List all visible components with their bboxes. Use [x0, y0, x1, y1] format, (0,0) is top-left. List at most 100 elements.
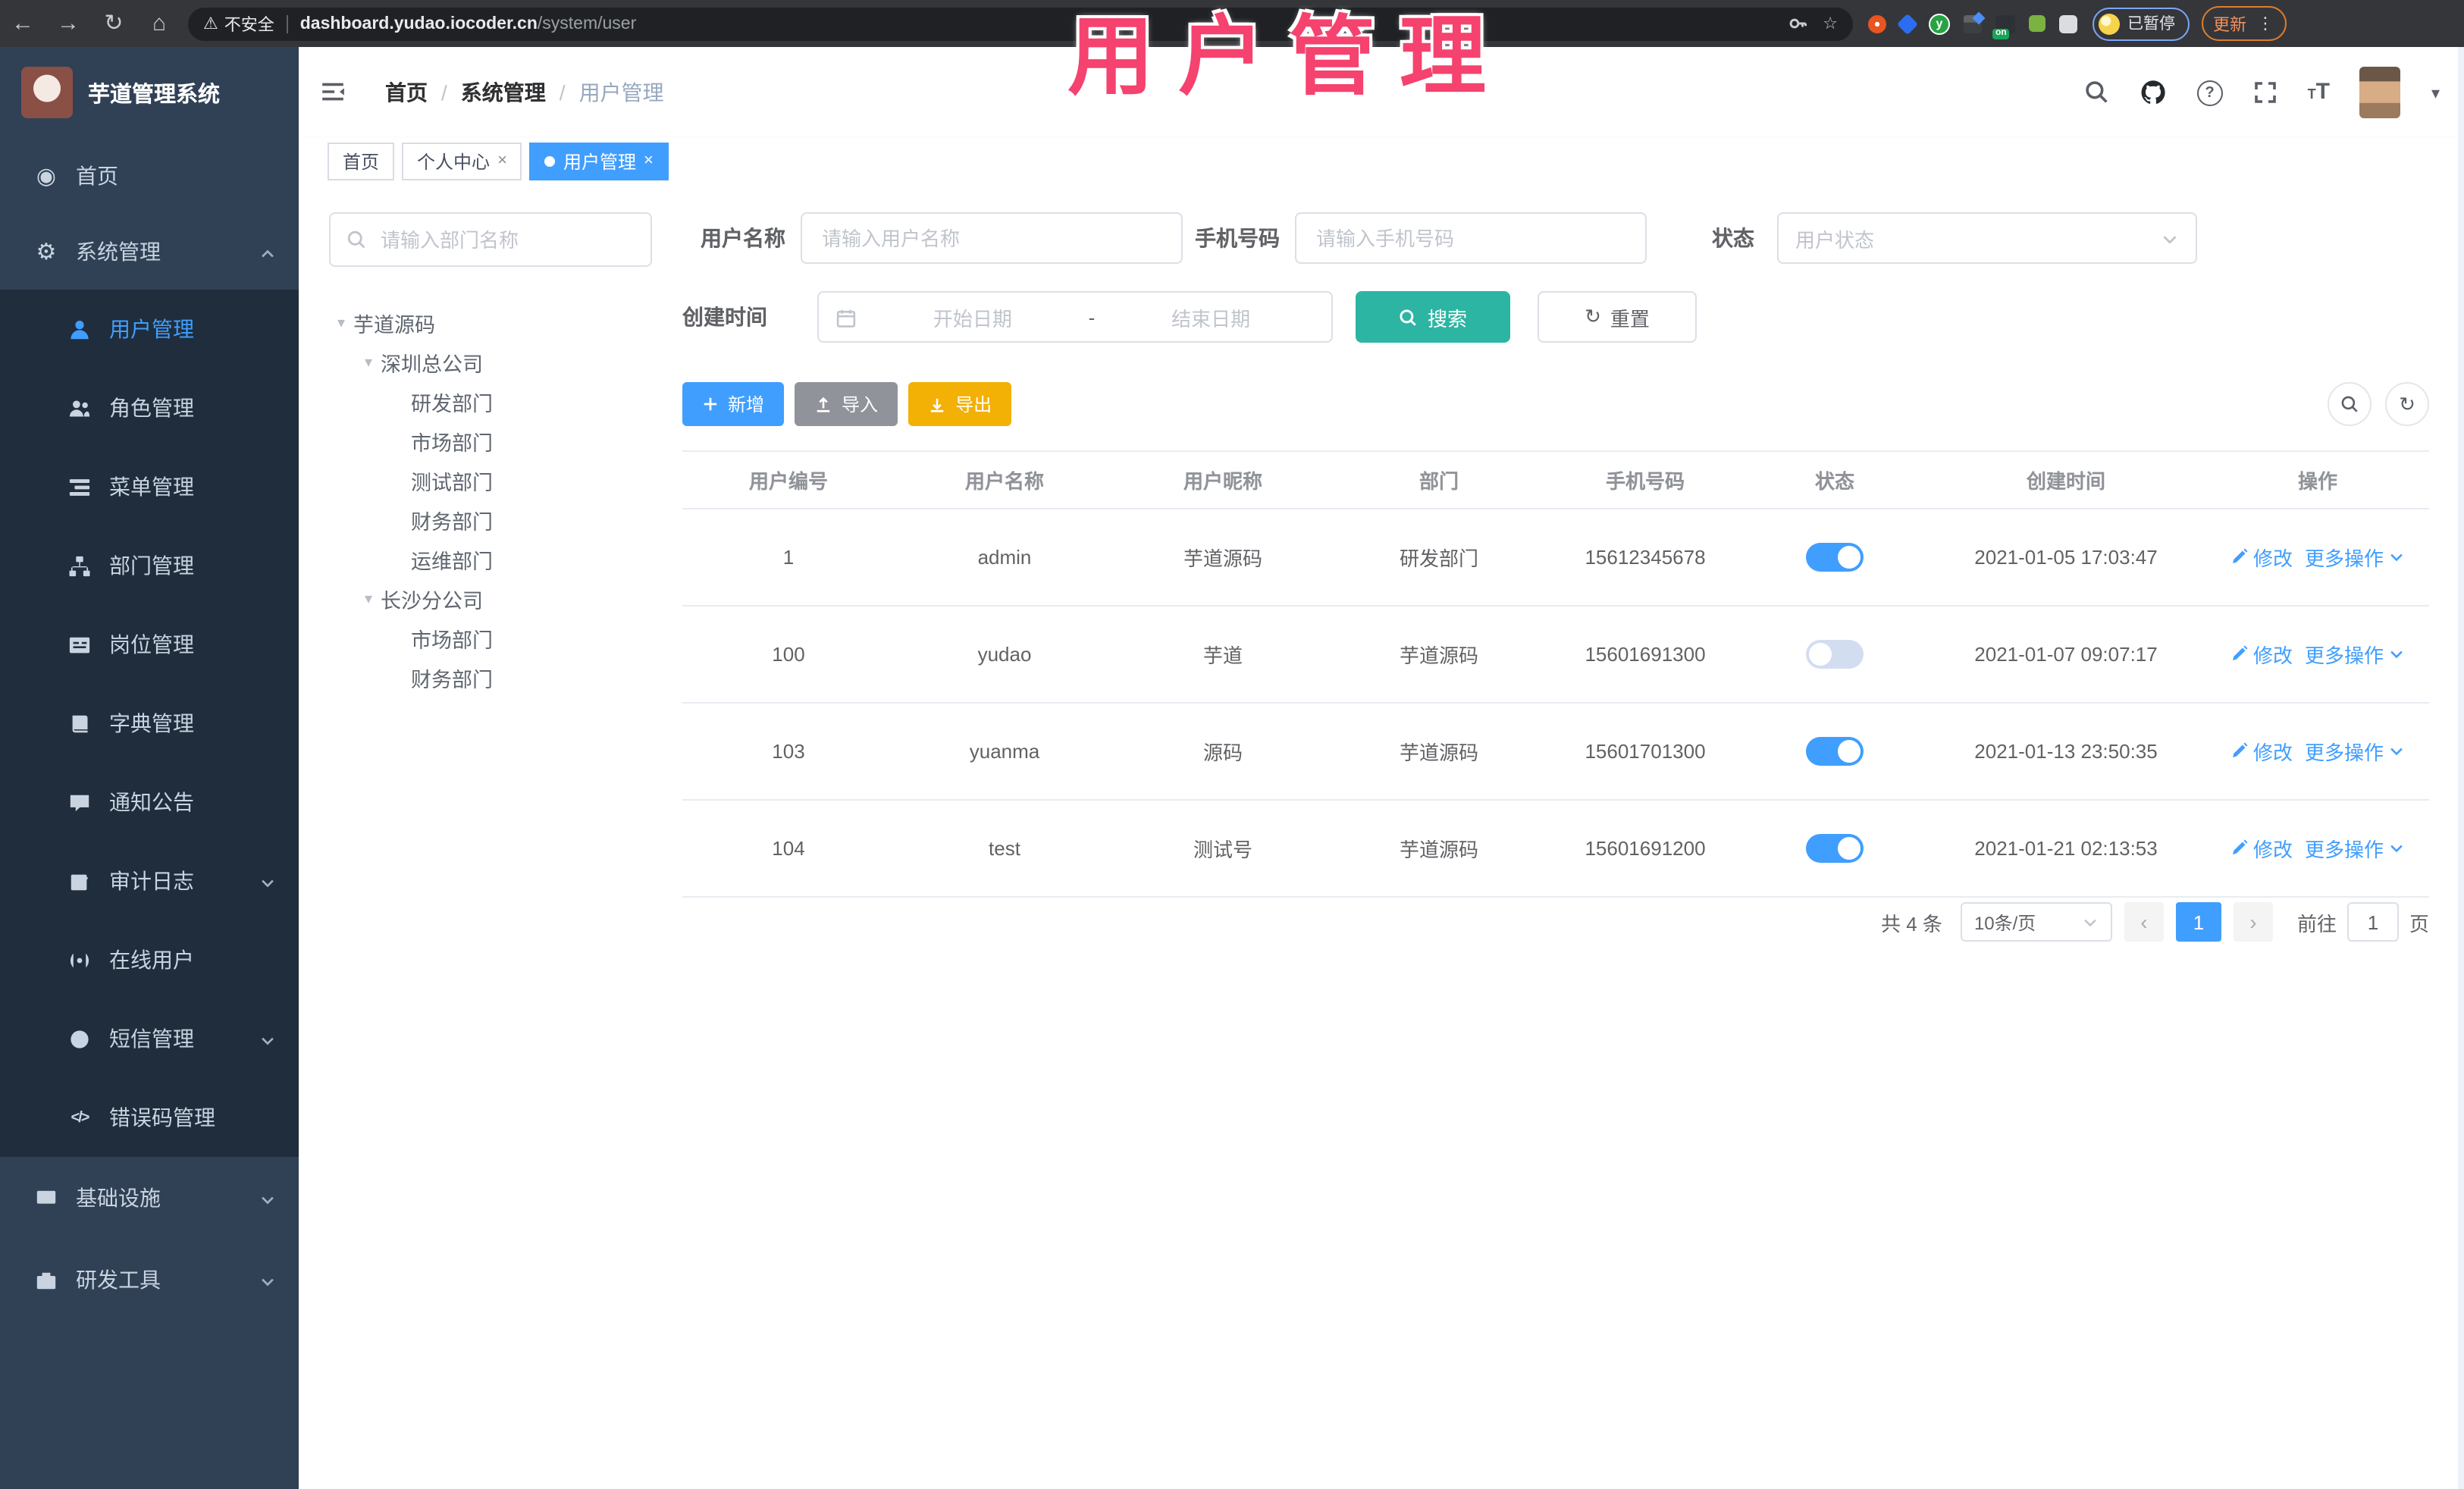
extension-ubuntu-icon[interactable] — [1868, 14, 1886, 33]
caret-down-icon[interactable]: ▾ — [356, 354, 381, 371]
browser-back-icon[interactable]: ← — [0, 0, 45, 47]
more-actions-link[interactable]: 更多操作 — [2305, 738, 2405, 766]
extension-on-icon[interactable]: on — [1992, 14, 2015, 39]
date-range-picker[interactable]: 开始日期 - 结束日期 — [817, 291, 1333, 343]
sidebar-item-dict[interactable]: 字典管理 — [0, 684, 299, 763]
sidebar-item-depts[interactable]: 部门管理 — [0, 526, 299, 605]
breadcrumb-system[interactable]: 系统管理 — [461, 77, 546, 108]
sidebar-item-users[interactable]: 用户管理 — [0, 290, 299, 368]
mobile-input[interactable] — [1313, 225, 1629, 251]
sidebar-item-home[interactable]: ◉ 首页 — [0, 138, 299, 214]
tab-profile[interactable]: 个人中心 × — [402, 142, 522, 180]
sidebar-item-notice[interactable]: 通知公告 — [0, 763, 299, 842]
browser-update-button[interactable]: 更新 ⋮ — [2201, 6, 2286, 41]
extension-key-icon[interactable] — [2029, 15, 2045, 32]
sidebar-item-menus[interactable]: 菜单管理 — [0, 447, 299, 526]
search-button[interactable]: 搜索 — [1356, 291, 1510, 343]
sidebar-item-roles[interactable]: 角色管理 — [0, 368, 299, 447]
sidebar-item-error-codes[interactable]: </> 错误码管理 — [0, 1078, 299, 1157]
security-warning-label[interactable]: 不安全 — [224, 11, 274, 36]
tree-node[interactable]: 研发部门 — [329, 382, 652, 422]
more-actions-link[interactable]: 更多操作 — [2305, 835, 2405, 864]
more-actions-link[interactable]: 更多操作 — [2305, 641, 2405, 669]
tab-user-management[interactable]: 用户管理 × — [529, 142, 669, 180]
sidebar-item-dev-tools[interactable]: 研发工具 — [0, 1239, 299, 1321]
page-scrollbar[interactable] — [2458, 47, 2464, 1489]
sidebar-item-posts[interactable]: 岗位管理 — [0, 605, 299, 684]
extension-grid-icon[interactable] — [1964, 11, 1986, 33]
tree-node[interactable]: 财务部门 — [329, 500, 652, 540]
page-size-select[interactable]: 10条/页 — [1960, 902, 2112, 942]
tree-node[interactable]: 市场部门 — [329, 422, 652, 461]
browser-home-icon[interactable]: ⌂ — [136, 0, 182, 47]
user-avatar[interactable] — [2359, 67, 2401, 118]
tree-node[interactable]: 测试部门 — [329, 461, 652, 500]
edit-link[interactable]: 修改 — [2230, 834, 2293, 863]
tree-node[interactable]: 市场部门 — [329, 619, 652, 658]
extension-gem-icon[interactable] — [1896, 12, 1919, 35]
add-button[interactable]: 新增 — [682, 382, 785, 426]
tree-node[interactable]: ▾ 深圳总公司 — [329, 343, 652, 382]
tree-node[interactable]: 运维部门 — [329, 540, 652, 579]
username-input[interactable] — [819, 225, 1165, 251]
search-icon[interactable] — [2083, 79, 2109, 106]
sidebar-item-sms[interactable]: 短信管理 — [0, 999, 299, 1078]
refresh-table-button[interactable]: ↻ — [2385, 382, 2429, 426]
edit-link[interactable]: 修改 — [2230, 640, 2293, 669]
tab-home[interactable]: 首页 — [328, 142, 395, 180]
font-size-icon[interactable]: TT — [2308, 79, 2330, 106]
next-page-button[interactable]: › — [2233, 902, 2273, 942]
tree-node-root[interactable]: ▾ 芋道源码 — [329, 303, 652, 343]
sidebar-item-online-users[interactable]: 在线用户 — [0, 920, 299, 999]
current-page-button[interactable]: 1 — [2175, 902, 2221, 942]
start-date-placeholder[interactable]: 开始日期 — [869, 303, 1077, 331]
toggle-search-button[interactable] — [2328, 382, 2372, 426]
caret-down-icon[interactable]: ▾ — [356, 591, 381, 607]
tree-node[interactable]: ▾ 长沙分公司 — [329, 579, 652, 619]
avatar-caret-icon[interactable]: ▾ — [2431, 83, 2440, 102]
edit-link[interactable]: 修改 — [2230, 543, 2293, 572]
help-icon[interactable]: ? — [2196, 80, 2223, 105]
fullscreen-icon[interactable] — [2253, 79, 2277, 106]
goto-page-input[interactable] — [2346, 902, 2399, 942]
sidebar-item-infrastructure[interactable]: 基础设施 — [0, 1157, 299, 1239]
extension-on-badge: on — [1992, 28, 2010, 39]
browser-reload-icon[interactable]: ↻ — [91, 0, 136, 47]
tree-node-label: 芋道源码 — [353, 314, 435, 337]
status-toggle[interactable] — [1806, 640, 1864, 669]
breadcrumb-home[interactable]: 首页 — [385, 77, 428, 108]
dept-search-input[interactable] — [378, 227, 635, 252]
status-toggle[interactable] — [1806, 543, 1864, 572]
end-date-placeholder[interactable]: 结束日期 — [1107, 303, 1315, 331]
prev-page-button[interactable]: ‹ — [2124, 902, 2164, 942]
sidebar-item-system[interactable]: ⚙ 系统管理 — [0, 214, 299, 290]
edit-link[interactable]: 修改 — [2230, 737, 2293, 766]
col-status: 状态 — [1744, 450, 1926, 509]
password-key-icon[interactable] — [1788, 14, 1807, 33]
page-content: ▾芋道源码 ▾深圳总公司 研发部门 市场部门 测试部门 财务部门 运维部门 ▾长… — [299, 183, 2464, 1489]
tree-table-icon — [67, 474, 92, 500]
bookmark-star-icon[interactable]: ☆ — [1823, 14, 1838, 33]
address-bar[interactable]: ⚠ 不安全 dashboard.yudao.iocoder.cn /system… — [188, 7, 1853, 40]
status-select[interactable]: 用户状态 — [1777, 212, 2197, 264]
export-button[interactable]: 导出 — [908, 382, 1012, 426]
status-toggle[interactable] — [1806, 737, 1864, 766]
github-icon[interactable] — [2140, 79, 2167, 106]
tree-node[interactable]: 财务部门 — [329, 658, 652, 697]
browser-forward-icon[interactable]: → — [45, 0, 91, 47]
browser-profile-chip[interactable]: 已暂停 — [2093, 7, 2189, 40]
extensions-puzzle-icon[interactable] — [2059, 14, 2077, 33]
reset-button[interactable]: ↻ 重置 — [1538, 291, 1697, 343]
caret-down-icon[interactable]: ▾ — [329, 315, 353, 331]
sidebar-item-audit-log[interactable]: 审计日志 — [0, 842, 299, 920]
extension-green-icon[interactable]: y — [1929, 13, 1950, 34]
import-button[interactable]: 导入 — [795, 382, 898, 426]
app-logo[interactable]: 芋道管理系统 — [0, 47, 299, 138]
browser-menu-icon[interactable]: ⋮ — [2257, 14, 2274, 33]
cell-dept: 芋道源码 — [1331, 703, 1547, 801]
close-icon[interactable]: × — [497, 152, 507, 170]
sidebar-fold-icon[interactable] — [320, 79, 346, 106]
more-actions-link[interactable]: 更多操作 — [2305, 544, 2405, 572]
close-icon[interactable]: × — [644, 152, 654, 170]
status-toggle[interactable] — [1806, 834, 1864, 863]
